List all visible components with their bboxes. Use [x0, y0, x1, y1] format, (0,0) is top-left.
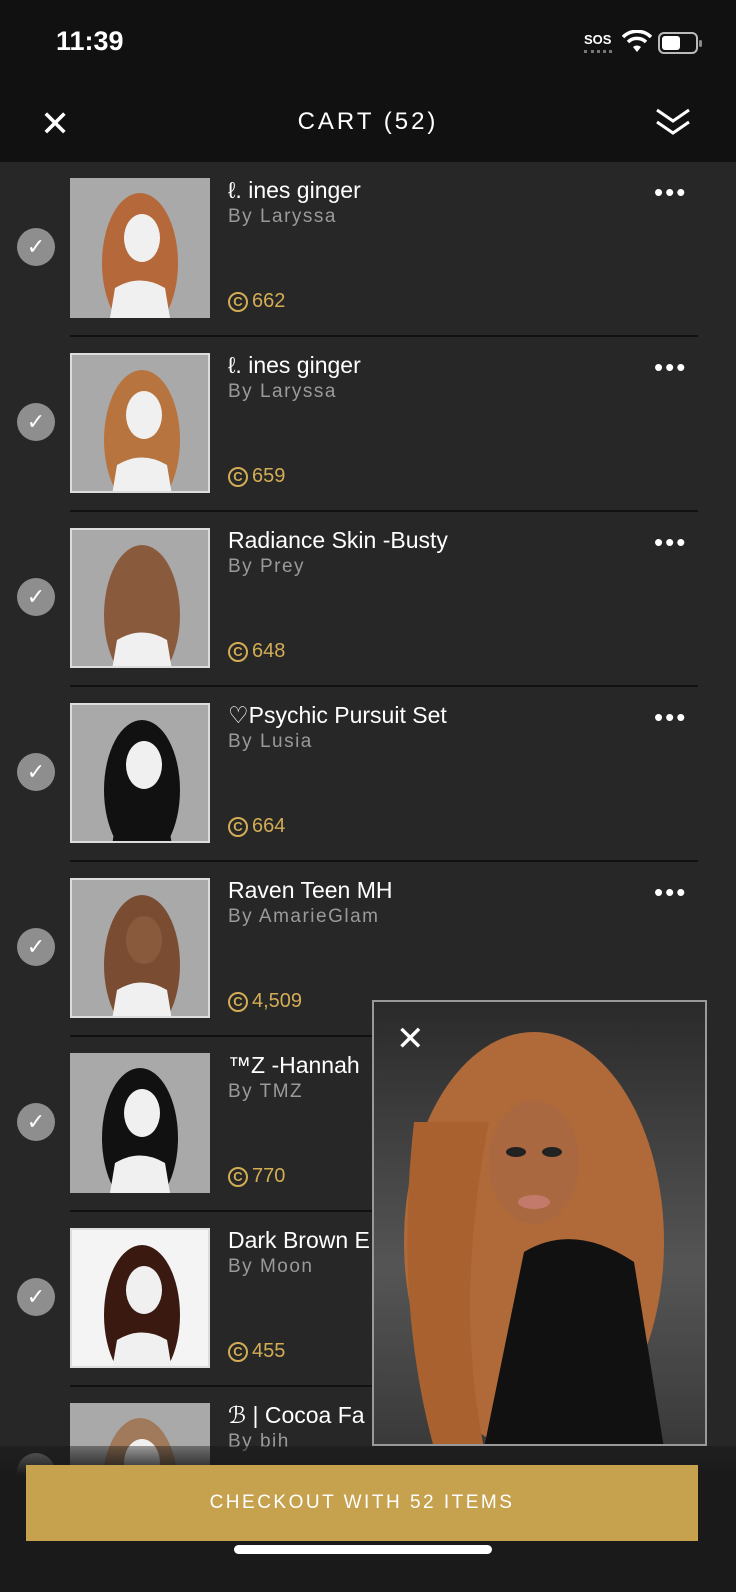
select-checkbox[interactable]: ✓ [17, 403, 55, 441]
item-name[interactable]: Dark Brown E [228, 1227, 370, 1254]
item-image [102, 193, 178, 318]
item-image [104, 370, 180, 491]
more-options-button[interactable]: ••• [654, 879, 687, 905]
check-icon: ✓ [26, 584, 46, 609]
item-price: C 659 [228, 465, 285, 488]
price-value: 770 [252, 1165, 286, 1187]
select-checkbox[interactable]: ✓ [17, 1278, 55, 1316]
select-checkbox[interactable]: ✓ [17, 928, 55, 966]
item-name[interactable]: Raven Teen MH [228, 877, 393, 904]
item-price: C 664 [228, 815, 285, 838]
item-image [104, 1245, 180, 1366]
status-time: 11:39 [56, 26, 124, 56]
select-checkbox[interactable]: ✓ [17, 753, 55, 791]
item-creator[interactable]: By AmarieGlam [228, 906, 379, 928]
check-icon: ✓ [26, 759, 46, 784]
check-icon: ✓ [26, 234, 46, 259]
wifi-icon [622, 30, 652, 52]
more-icon: ••• [654, 702, 688, 732]
check-icon: ✓ [26, 1284, 46, 1309]
credits-icon: C [228, 1166, 248, 1187]
select-checkbox[interactable]: ✓ [17, 1103, 55, 1141]
item-creator[interactable]: By Laryssa [228, 206, 337, 228]
price-value: 455 [252, 1340, 286, 1362]
page-title: CART (52) [297, 108, 439, 135]
item-image [104, 545, 180, 666]
item-price: C 648 [228, 640, 285, 663]
item-price: C 455 [228, 1340, 285, 1363]
item-thumbnail[interactable] [70, 1053, 210, 1193]
battery-icon [658, 32, 702, 54]
credits-icon: C [228, 466, 248, 487]
item-image [104, 895, 180, 1016]
credits-icon: C [228, 816, 248, 837]
item-thumbnail[interactable] [70, 178, 210, 318]
item-name[interactable]: ℬ | Cocoa Fa [228, 1402, 365, 1429]
sos-indicator: SOS [584, 32, 613, 53]
credits-icon: C [228, 991, 248, 1012]
cart-item[interactable]: ✓ ℓ. ines ginger By Laryssa C 659 ••• [0, 337, 736, 512]
avatar-preview: ✕ [372, 1000, 707, 1446]
price-value: 648 [252, 640, 286, 662]
more-icon: ••• [654, 877, 688, 907]
item-name[interactable]: ℓ. ines ginger [228, 352, 361, 379]
check-icon: ✓ [26, 409, 46, 434]
item-name[interactable]: ™Z -Hannah [228, 1052, 360, 1079]
cart-item[interactable]: ✓ ℓ. ines ginger By Laryssa C 662 ••• [0, 162, 736, 337]
credits-icon: C [228, 1341, 248, 1362]
item-image [102, 1068, 178, 1193]
item-thumbnail[interactable] [70, 1228, 210, 1368]
price-value: 664 [252, 815, 286, 837]
item-thumbnail[interactable] [70, 528, 210, 668]
more-icon: ••• [654, 177, 688, 207]
item-price: C 4,509 [228, 990, 302, 1013]
close-icon: ✕ [396, 1020, 425, 1058]
cart-item[interactable]: ✓ ♡Psychic Pursuit Set By Lusia C 664 ••• [0, 687, 736, 862]
double-chevron-down-icon[interactable] [654, 106, 692, 138]
more-icon: ••• [654, 527, 688, 557]
check-icon: ✓ [26, 1109, 46, 1134]
more-options-button[interactable]: ••• [654, 704, 687, 730]
more-icon: ••• [654, 352, 688, 382]
close-preview-button[interactable]: ✕ [396, 1022, 425, 1056]
item-image [104, 720, 180, 841]
credits-icon: C [228, 291, 248, 312]
item-name[interactable]: ♡Psychic Pursuit Set [228, 702, 447, 729]
check-icon: ✓ [26, 934, 46, 959]
home-indicator[interactable] [234, 1545, 492, 1554]
price-value: 4,509 [252, 990, 303, 1012]
avatar-image [404, 1032, 664, 1444]
checkout-button[interactable]: CHECKOUT WITH 52 ITEMS [26, 1465, 698, 1541]
credits-icon: C [228, 641, 248, 662]
price-value: 659 [252, 465, 286, 487]
item-creator[interactable]: By TMZ [228, 1081, 303, 1103]
item-creator[interactable]: By Moon [228, 1256, 313, 1278]
item-price: C 662 [228, 290, 285, 313]
select-checkbox[interactable]: ✓ [17, 228, 55, 266]
item-creator[interactable]: By Laryssa [228, 381, 337, 403]
item-thumbnail[interactable] [70, 353, 210, 493]
more-options-button[interactable]: ••• [654, 529, 687, 555]
more-options-button[interactable]: ••• [654, 354, 687, 380]
price-value: 662 [252, 290, 286, 312]
item-creator[interactable]: By Lusia [228, 731, 313, 753]
item-name[interactable]: Radiance Skin -Busty [228, 527, 448, 554]
top-bar: 11:39 SOS ✕ CART (52) [0, 0, 736, 162]
cart-item[interactable]: ✓ Radiance Skin -Busty By Prey C 648 ••• [0, 512, 736, 687]
item-price: C 770 [228, 1165, 285, 1188]
select-checkbox[interactable]: ✓ [17, 578, 55, 616]
item-creator[interactable]: By Prey [228, 556, 305, 578]
item-name[interactable]: ℓ. ines ginger [228, 177, 361, 204]
more-options-button[interactable]: ••• [654, 179, 687, 205]
item-thumbnail[interactable] [70, 878, 210, 1018]
item-thumbnail[interactable] [70, 703, 210, 843]
